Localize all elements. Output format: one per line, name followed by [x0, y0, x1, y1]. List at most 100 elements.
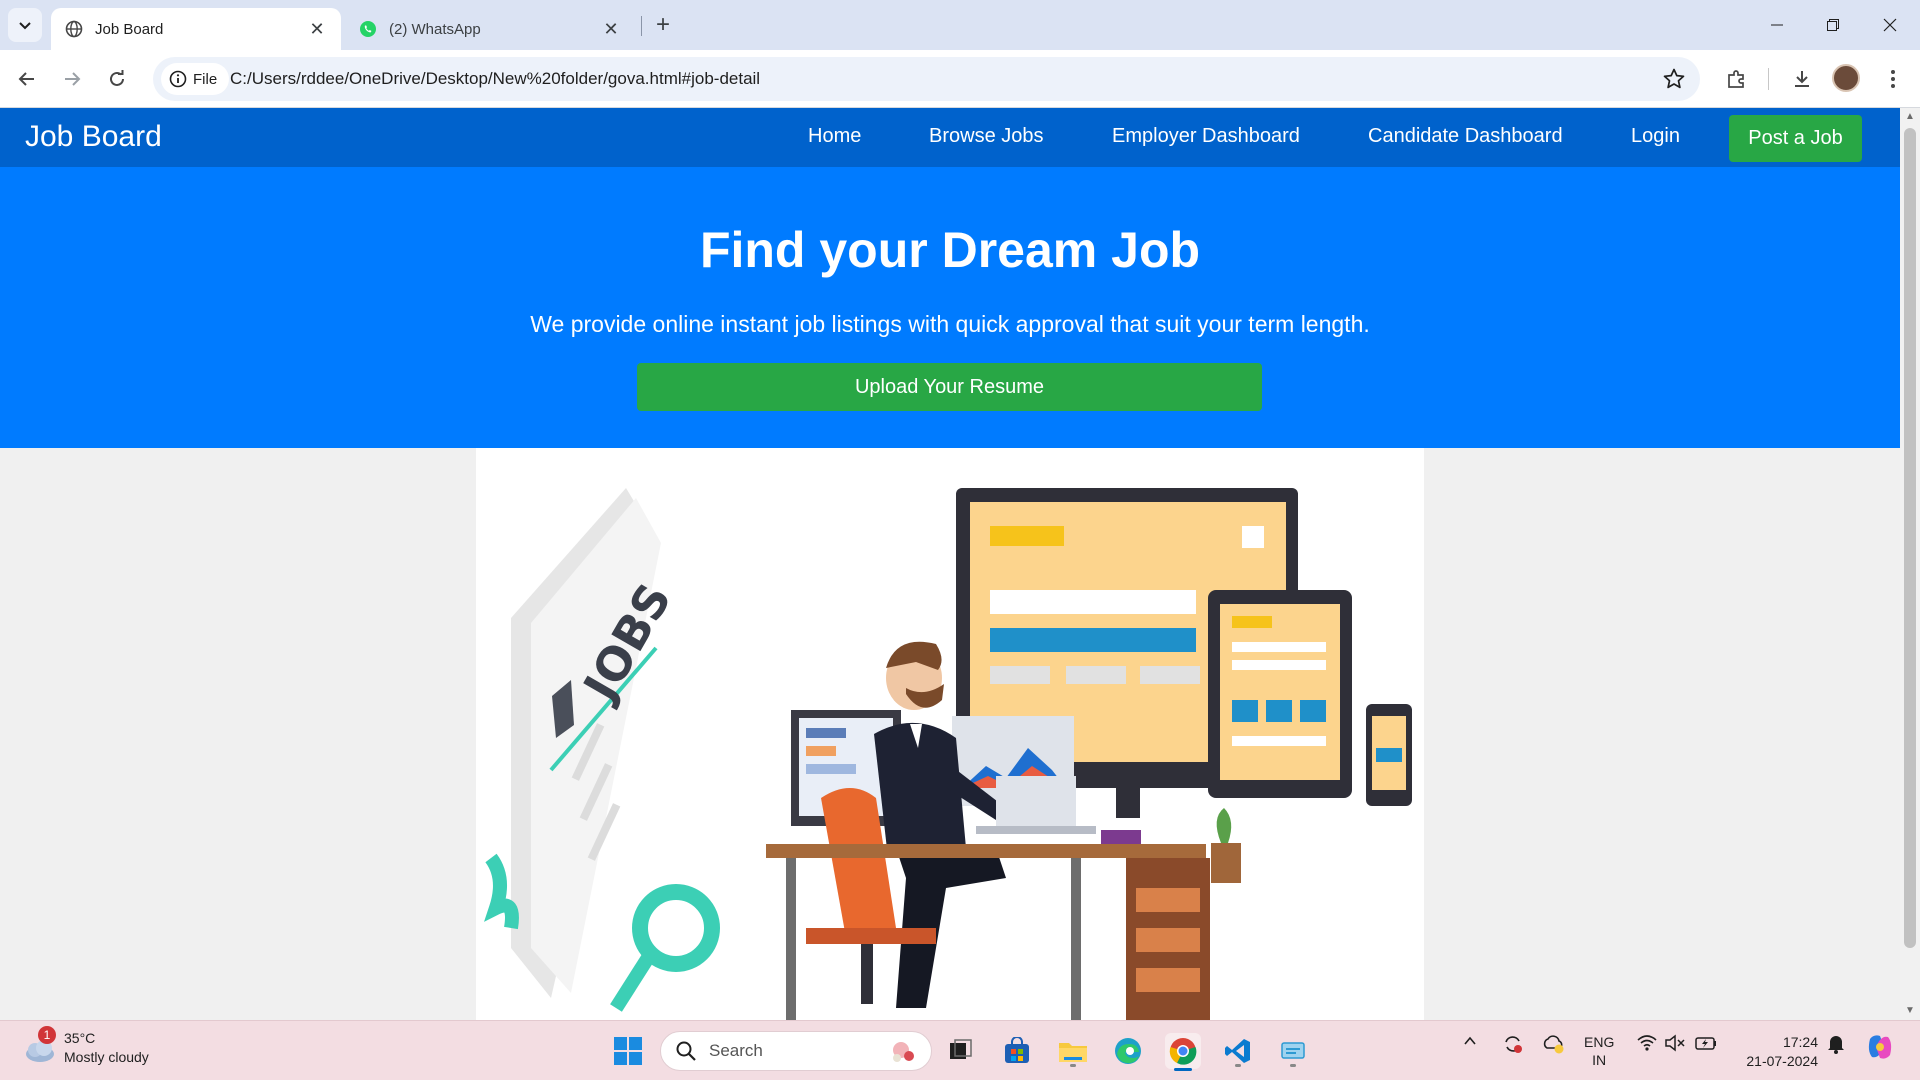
- region-code: IN: [1592, 1052, 1607, 1068]
- scroll-down-arrow-icon[interactable]: ▼: [1905, 1006, 1915, 1016]
- search-highlight-icon: [893, 1042, 914, 1062]
- arrow-right-icon: [65, 72, 81, 86]
- chevron-up-icon: [1464, 1036, 1476, 1045]
- running-indicator: [1290, 1064, 1296, 1067]
- nav-employer-dashboard[interactable]: Employer Dashboard: [1112, 125, 1300, 148]
- edge-icon: [1115, 1038, 1141, 1064]
- browser-toolbar: File C:/Users/rddee/OneDrive/Desktop/New…: [0, 50, 1920, 108]
- minimize-icon: [1771, 24, 1783, 26]
- cloudy-weather-icon: 1: [22, 1026, 58, 1066]
- kebab-menu-icon: [1891, 70, 1895, 88]
- toolbar-divider: [1768, 68, 1769, 90]
- show-hidden-icons-button[interactable]: [1462, 1033, 1478, 1052]
- site-info-chip[interactable]: File: [161, 63, 230, 95]
- chrome-icon: [1169, 1038, 1197, 1065]
- browser-tab-strip: Job Board ✕ (2) WhatsApp ✕ +: [0, 0, 1920, 50]
- store-icon: [1005, 1037, 1029, 1063]
- tab-search-button[interactable]: [8, 8, 42, 42]
- weather-widget[interactable]: 1 35°C Mostly cloudy: [22, 1026, 149, 1067]
- page-viewport: Job Board Home Browse Jobs Employer Dash…: [0, 108, 1900, 1020]
- whatsapp-icon: [360, 21, 376, 37]
- jobs-newspaper-graphic: JOBS: [484, 488, 720, 1012]
- nav-candidate-dashboard[interactable]: Candidate Dashboard: [1368, 125, 1563, 148]
- tab-separator: [641, 16, 642, 36]
- post-job-button[interactable]: Post a Job: [1729, 115, 1862, 162]
- page-scrollbar[interactable]: ▲ ▼: [1900, 108, 1920, 1020]
- new-tab-button[interactable]: +: [650, 11, 676, 38]
- nav-browse-jobs[interactable]: Browse Jobs: [929, 125, 1044, 148]
- search-icon: [676, 1041, 696, 1061]
- hero-title: Find your Dream Job: [699, 222, 1201, 278]
- folder-icon: [1059, 1043, 1087, 1062]
- bell-icon: [1828, 1036, 1844, 1054]
- onedrive-status-button[interactable]: [1542, 1033, 1566, 1058]
- notifications-button[interactable]: [1826, 1033, 1846, 1058]
- microsoft-store-button[interactable]: [999, 1033, 1035, 1069]
- volume-status[interactable]: [1664, 1033, 1686, 1056]
- brand-logo-link[interactable]: Job Board: [25, 120, 162, 154]
- scrollbar-thumb[interactable]: [1904, 128, 1916, 948]
- windows-logo-icon: [614, 1037, 642, 1065]
- file-explorer-button[interactable]: [1055, 1033, 1091, 1069]
- system-clock[interactable]: 17:24 21-07-2024: [1736, 1033, 1818, 1071]
- puzzle-icon: [1728, 70, 1744, 88]
- running-indicator: [1235, 1064, 1241, 1067]
- taskbar-search-box[interactable]: Search: [660, 1031, 932, 1071]
- nav-login[interactable]: Login: [1631, 125, 1680, 148]
- clock-date: 21-07-2024: [1746, 1053, 1818, 1069]
- tab-job-board[interactable]: Job Board ✕: [51, 8, 341, 50]
- address-bar[interactable]: File C:/Users/rddee/OneDrive/Desktop/New…: [153, 57, 1700, 101]
- tab-title: Job Board: [95, 20, 164, 38]
- battery-status[interactable]: [1694, 1033, 1718, 1056]
- start-button[interactable]: [610, 1033, 646, 1069]
- sync-icon: [1505, 1036, 1522, 1053]
- weather-temperature: 35°C: [64, 1030, 96, 1046]
- forward-button[interactable]: [57, 64, 87, 94]
- browser-menu-button[interactable]: [1878, 64, 1908, 94]
- weather-alert-badge: 1: [38, 1026, 56, 1044]
- minimize-button[interactable]: [1754, 8, 1800, 42]
- task-view-button[interactable]: [942, 1033, 978, 1069]
- restore-button[interactable]: [1810, 8, 1856, 42]
- back-button[interactable]: [12, 64, 42, 94]
- app-window-icon: [1281, 1042, 1305, 1059]
- nav-home[interactable]: Home: [808, 125, 861, 148]
- info-icon: [169, 70, 187, 88]
- taskbar-search-placeholder: Search: [709, 1041, 763, 1060]
- close-window-button[interactable]: [1867, 8, 1913, 42]
- tablet-graphic: [1208, 590, 1352, 798]
- wifi-icon: [1637, 1035, 1657, 1051]
- close-tab-icon[interactable]: ✕: [601, 19, 621, 39]
- tab-whatsapp[interactable]: (2) WhatsApp ✕: [345, 8, 635, 50]
- windows-taskbar: 1 35°C Mostly cloudy Search ENG IN 17:24…: [0, 1020, 1920, 1080]
- bookmark-star-icon[interactable]: [1662, 67, 1686, 91]
- sync-status-button[interactable]: [1502, 1033, 1524, 1058]
- close-tab-icon[interactable]: ✕: [307, 19, 327, 39]
- copilot-button[interactable]: [1864, 1031, 1896, 1066]
- vscode-button[interactable]: [1220, 1033, 1256, 1069]
- hero-section: Find your Dream Job We provide online in…: [0, 167, 1900, 448]
- extensions-button[interactable]: [1722, 64, 1752, 94]
- profile-avatar[interactable]: [1832, 64, 1860, 92]
- active-app-indicator: [1174, 1068, 1192, 1071]
- vscode-icon: [1225, 1039, 1250, 1063]
- reload-icon: [110, 70, 124, 86]
- wifi-status[interactable]: [1636, 1033, 1658, 1056]
- site-navbar: Job Board Home Browse Jobs Employer Dash…: [0, 108, 1900, 167]
- chrome-browser-button[interactable]: [1165, 1033, 1201, 1071]
- download-icon: [1795, 71, 1809, 87]
- url-text[interactable]: C:/Users/rddee/OneDrive/Desktop/New%20fo…: [230, 69, 760, 89]
- restore-icon: [1827, 19, 1839, 31]
- copilot-icon: [1868, 1035, 1892, 1059]
- reload-button[interactable]: [102, 64, 132, 94]
- language-code: ENG: [1584, 1034, 1615, 1050]
- chevron-down-icon: [19, 22, 31, 30]
- scroll-up-arrow-icon[interactable]: ▲: [1905, 112, 1915, 122]
- input-language-indicator[interactable]: ENG IN: [1584, 1033, 1614, 1069]
- edge-browser-button[interactable]: [1110, 1033, 1146, 1069]
- site-chip-label: File: [193, 70, 218, 88]
- pinned-app-button[interactable]: [1275, 1033, 1311, 1069]
- weather-condition: Mostly cloudy: [64, 1049, 149, 1065]
- upload-resume-button[interactable]: Upload Your Resume: [637, 363, 1262, 411]
- downloads-button[interactable]: [1787, 64, 1817, 94]
